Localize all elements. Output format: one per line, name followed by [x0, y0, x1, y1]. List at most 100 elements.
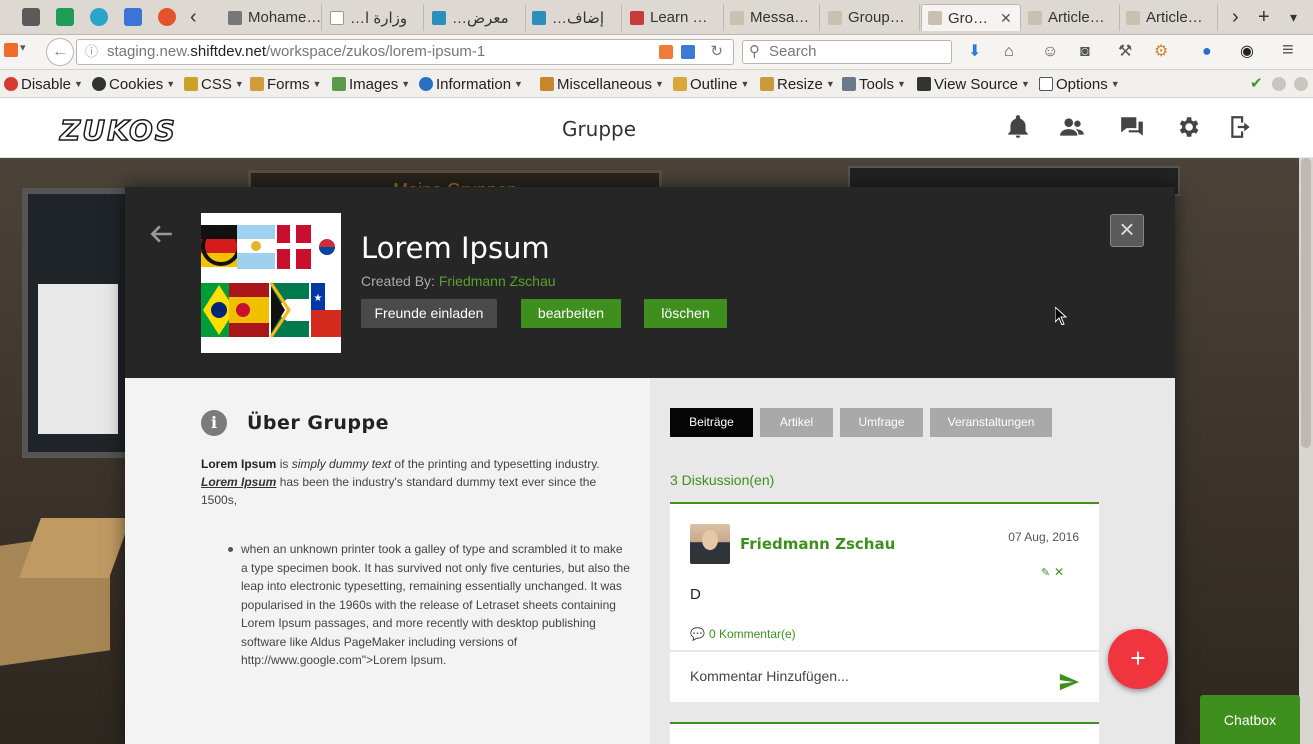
- browser-tab[interactable]: Group…: [822, 4, 920, 31]
- resize-menu[interactable]: Resize ▼: [760, 75, 835, 94]
- send-paper-plane-icon[interactable]: [1058, 671, 1080, 693]
- scrollbar-thumb[interactable]: [1301, 158, 1311, 448]
- page-scrollbar[interactable]: [1299, 158, 1313, 744]
- hamburger-menu-icon[interactable]: ≡: [1282, 40, 1294, 60]
- browser-tab[interactable]: …وزارة ا: [324, 4, 424, 31]
- addon-plus-icon[interactable]: [659, 45, 673, 59]
- browser-tab[interactable]: Learn …: [624, 4, 724, 31]
- browser-tab[interactable]: Article…: [1022, 4, 1120, 31]
- chatbox-button[interactable]: Chatbox: [1200, 695, 1300, 744]
- tab-scroll-right-icon[interactable]: ›: [1232, 5, 1239, 29]
- asterisk-pinned-tab-icon[interactable]: [90, 8, 108, 26]
- discussion-post: Friedmann Zschau 07 Aug, 2016 ✎ ✕ D 💬 0 K…: [670, 502, 1099, 650]
- delete-x-icon[interactable]: ✕: [1054, 565, 1064, 579]
- docs-pinned-tab-icon[interactable]: [124, 8, 142, 26]
- home-icon[interactable]: ⌂: [1004, 43, 1014, 61]
- discussion-count: 3 Diskussion(en): [670, 472, 775, 488]
- browser-tab[interactable]: …معرض: [426, 4, 526, 31]
- outline-menu[interactable]: Outline ▼: [673, 75, 749, 94]
- friends-icon[interactable]: [1059, 114, 1085, 140]
- notifications-bell-icon[interactable]: [1005, 114, 1031, 140]
- info-icon: i: [201, 410, 227, 436]
- back-arrow-icon[interactable]: [149, 221, 175, 247]
- svg-text:★: ★: [314, 293, 323, 304]
- edit-group-button[interactable]: bearbeiten: [521, 299, 621, 328]
- smiley-icon[interactable]: ☺: [1042, 43, 1058, 61]
- browser-tab[interactable]: …إضاف: [526, 4, 622, 31]
- add-post-fab-button[interactable]: +: [1108, 629, 1168, 689]
- tab-list-chevron-icon[interactable]: ▾: [1290, 5, 1297, 29]
- comments-icon: 💬: [690, 627, 705, 641]
- post-author-link[interactable]: Friedmann Zschau: [740, 535, 895, 553]
- images-menu[interactable]: Images ▼: [332, 75, 410, 94]
- tab-favicon-icon: [330, 10, 344, 25]
- invite-friends-button[interactable]: Freunde einladen: [361, 299, 497, 328]
- creator-link[interactable]: Friedmann Zschau: [439, 273, 556, 289]
- url-bar[interactable]: ⓘ staging.new.shiftdev.net/workspace/zuk…: [76, 39, 734, 65]
- close-tab-icon[interactable]: ✕: [1000, 10, 1012, 27]
- browser-tab-active[interactable]: Gro… ✕: [921, 4, 1021, 31]
- comment-input[interactable]: Kommentar Hinzufügen...: [690, 668, 849, 684]
- forms-menu[interactable]: Forms ▼: [250, 75, 321, 94]
- images-icon: [332, 77, 346, 91]
- tools-icon: [842, 77, 856, 91]
- cookies-menu[interactable]: Cookies ▼: [92, 75, 175, 94]
- messages-icon[interactable]: [1119, 114, 1145, 140]
- view-source-menu[interactable]: View Source ▼: [917, 75, 1030, 94]
- new-tab-icon[interactable]: +: [1258, 5, 1270, 29]
- status-dot-icon[interactable]: [1272, 77, 1286, 91]
- avatar[interactable]: [690, 524, 730, 564]
- back-button-icon[interactable]: ←: [46, 38, 74, 66]
- dropdown-chevron-icon[interactable]: ▾: [20, 41, 26, 54]
- tool-icon[interactable]: ⚒: [1118, 43, 1132, 61]
- view-source-icon: [917, 77, 931, 91]
- comments-link[interactable]: 💬 0 Kommentar(e): [690, 627, 796, 641]
- browser-tab[interactable]: Messa…: [724, 4, 820, 31]
- extension-globe-icon[interactable]: ●: [1202, 43, 1212, 61]
- group-description: Lorem Ipsum is simply dummy text of the …: [201, 457, 600, 507]
- close-modal-button[interactable]: ×: [1110, 214, 1144, 247]
- description-list: when an unknown printer took a galley of…: [221, 540, 631, 670]
- extension-icon[interactable]: ⚙: [1154, 43, 1168, 61]
- status-dot-icon[interactable]: [1294, 77, 1308, 91]
- disable-menu[interactable]: Disable ▼: [4, 75, 83, 94]
- logout-icon[interactable]: [1228, 114, 1254, 140]
- pocket-icon[interactable]: ◙: [1080, 43, 1090, 61]
- tab-artikel[interactable]: Artikel: [760, 408, 833, 437]
- options-menu[interactable]: Options ▼: [1039, 75, 1120, 94]
- tab-veranstaltungen[interactable]: Veranstaltungen: [930, 408, 1052, 437]
- list-item: when an unknown printer took a galley of…: [221, 540, 631, 670]
- tab-umfrage[interactable]: Umfrage: [840, 408, 923, 437]
- checkmark-icon[interactable]: ✔: [1250, 74, 1263, 92]
- plus-icon: +: [1130, 643, 1146, 673]
- cookies-icon: [92, 77, 106, 91]
- tab-favicon-icon: [730, 10, 744, 25]
- tools-menu[interactable]: Tools ▼: [842, 75, 906, 94]
- group-name: Lorem Ipsum: [361, 231, 550, 265]
- tab-favicon-icon: [532, 10, 546, 25]
- browser-tab[interactable]: Article…: [1120, 4, 1218, 31]
- sheets-pinned-tab-icon[interactable]: [56, 8, 74, 26]
- tab-favicon-icon: [1028, 10, 1042, 25]
- resize-icon: [760, 77, 774, 91]
- edit-pencil-icon[interactable]: ✎: [1041, 566, 1050, 579]
- reload-icon[interactable]: ↻: [710, 40, 723, 64]
- css-menu[interactable]: CSS ▼: [184, 75, 244, 94]
- tab-scroll-left-icon[interactable]: ‹: [190, 5, 197, 29]
- browser-tab[interactable]: Mohame…: [222, 4, 322, 31]
- gmail-pinned-tab-icon[interactable]: [22, 8, 40, 26]
- olx-pinned-tab-icon[interactable]: [158, 8, 176, 26]
- info-icon[interactable]: ⓘ: [85, 40, 98, 64]
- miscellaneous-menu[interactable]: Miscellaneous ▼: [540, 75, 664, 94]
- add-bookmark-icon[interactable]: [4, 43, 18, 57]
- tab-beitraege[interactable]: Beiträge: [670, 408, 753, 437]
- delete-group-button[interactable]: löschen: [644, 299, 727, 328]
- settings-gear-icon[interactable]: [1175, 114, 1201, 140]
- tab-favicon-icon: [630, 10, 644, 25]
- information-menu[interactable]: Information ▼: [419, 75, 523, 94]
- tab-favicon-icon: [432, 10, 446, 25]
- addon-info-icon[interactable]: [681, 45, 695, 59]
- extension-colorwheel-icon[interactable]: ◉: [1240, 43, 1254, 61]
- download-icon[interactable]: ⬇: [968, 43, 981, 61]
- search-input[interactable]: ⚲ Search: [742, 40, 952, 64]
